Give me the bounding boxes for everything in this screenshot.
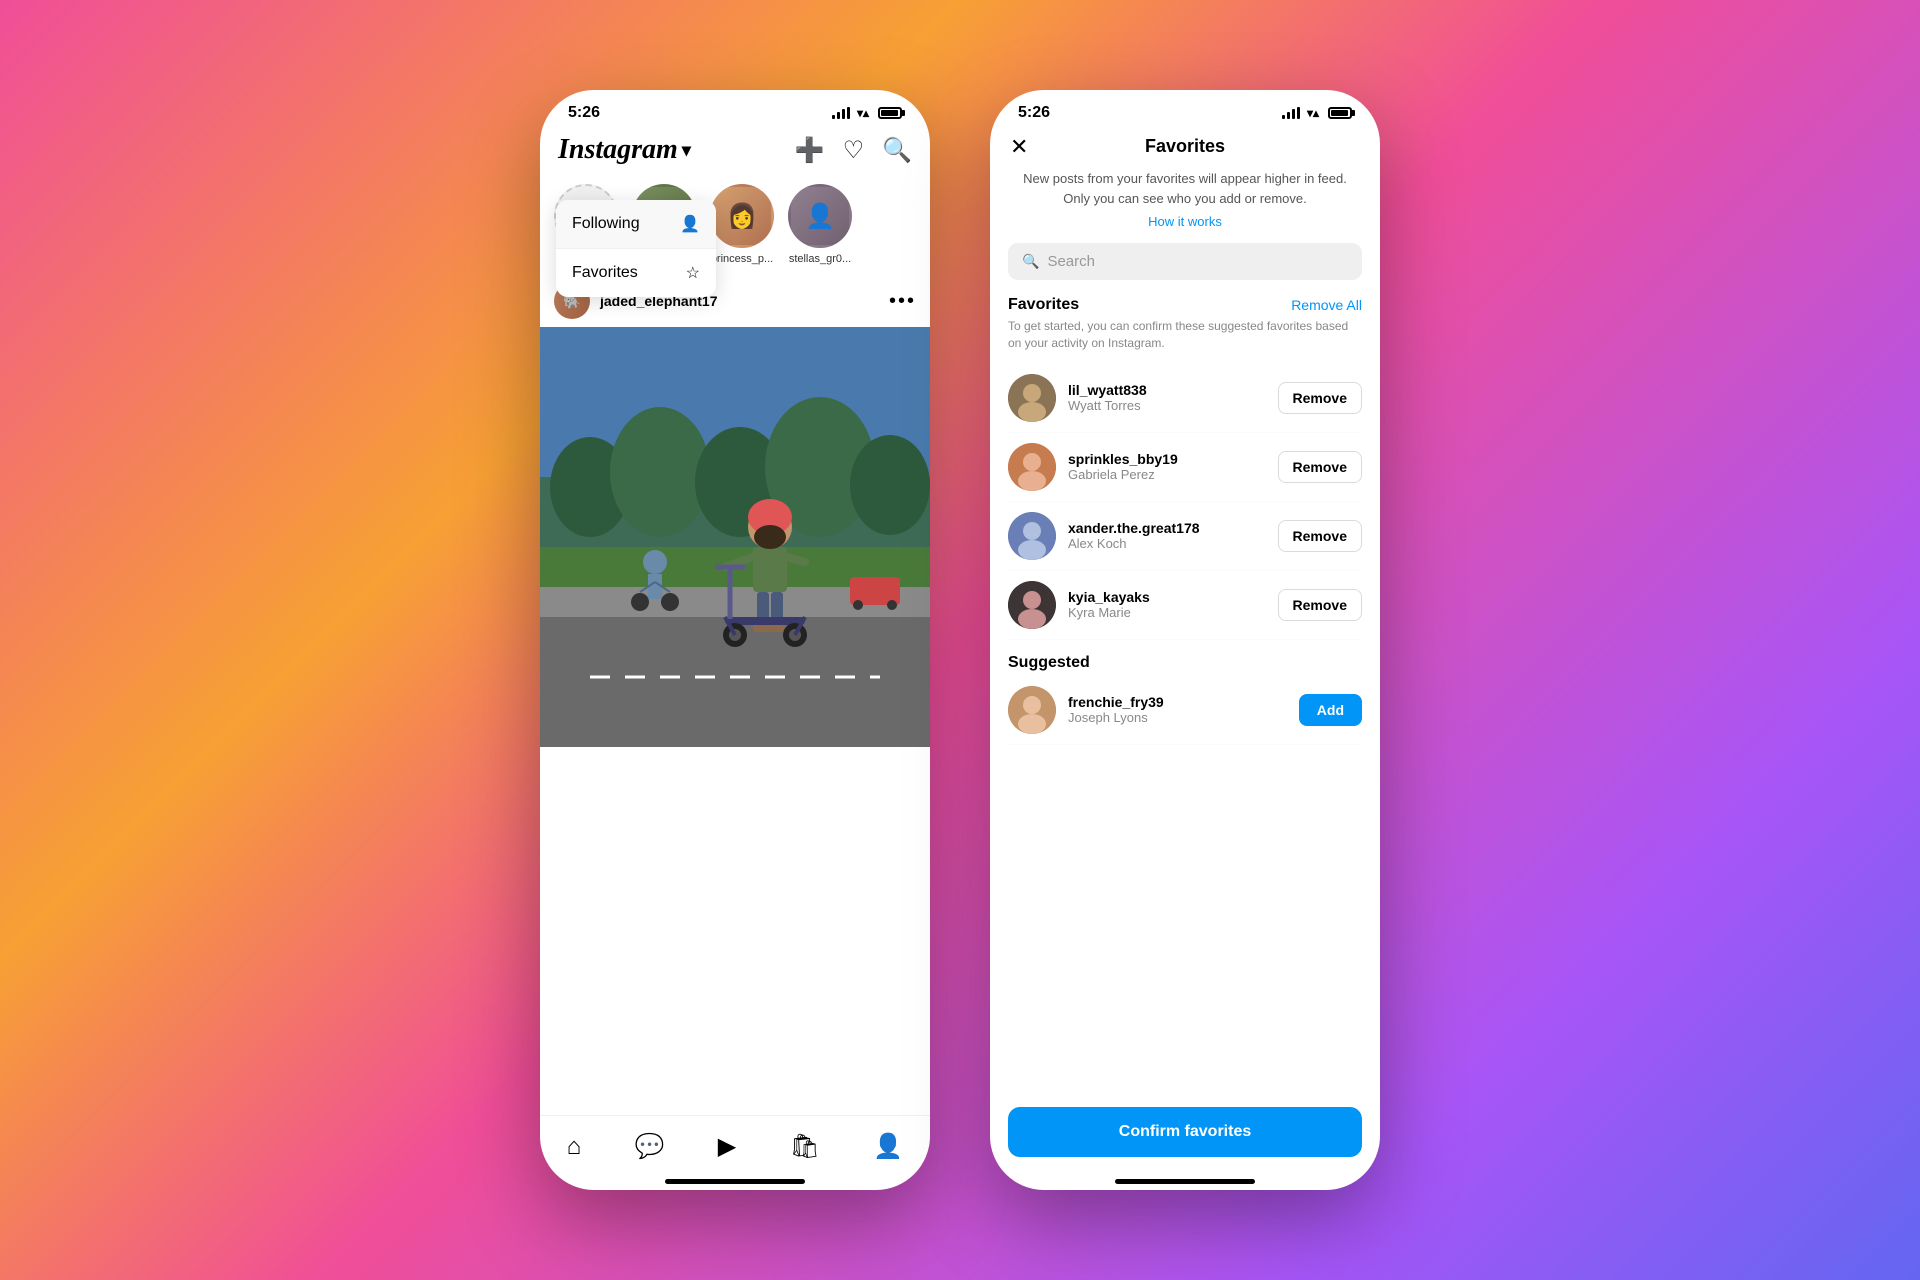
user-name: Wyatt Torres [1068, 398, 1278, 413]
story-stellas[interactable]: 👤 stellas_gr0... [788, 184, 852, 265]
home-nav-icon[interactable]: ⌂ [567, 1133, 582, 1161]
suggested-section-header: Suggested [1008, 640, 1362, 676]
chevron-down-icon[interactable]: ▾ [682, 140, 691, 161]
list-item: xander.the.great178 Alex Koch Remove [1008, 502, 1362, 571]
home-indicator [665, 1179, 805, 1184]
user-handle: xander.the.great178 [1068, 520, 1278, 536]
status-bar-1: 5:26 ▾▴ [540, 90, 930, 130]
phone-2: 5:26 ▾▴ ✕ Favorites New posts from your … [990, 90, 1380, 1190]
signal-icon [832, 107, 850, 119]
new-post-icon[interactable]: ➕ [795, 136, 825, 165]
feed-header: Instagram ▾ ➕ ♡ 🔍 [540, 130, 930, 176]
user-info-xander: xander.the.great178 Alex Koch [1068, 520, 1278, 551]
remove-all-button[interactable]: Remove All [1291, 297, 1362, 313]
user-info-kyia: kyia_kayaks Kyra Marie [1068, 589, 1278, 620]
home-indicator-2 [1115, 1179, 1255, 1184]
user-handle: frenchie_fry39 [1068, 694, 1299, 710]
shop-nav-icon[interactable]: 🛍 [790, 1132, 820, 1161]
wifi-icon-2: ▾▴ [1307, 106, 1319, 120]
following-icon: 👤 [680, 214, 700, 234]
status-time-2: 5:26 [1018, 104, 1050, 122]
battery-icon [878, 107, 902, 119]
user-handle: sprinkles_bby19 [1068, 451, 1278, 467]
avatar-xander [1008, 512, 1056, 560]
favorites-section-header: Favorites Remove All [990, 296, 1380, 318]
story-avatar-princess: 👩 [710, 184, 774, 248]
remove-button-sprinkles[interactable]: Remove [1278, 451, 1362, 483]
story-label-princess: princess_p... [711, 253, 773, 265]
following-filter-item[interactable]: Following 👤 [556, 200, 716, 249]
add-button-frenchie[interactable]: Add [1299, 694, 1362, 726]
remove-button-xander[interactable]: Remove [1278, 520, 1362, 552]
status-icons-2: ▾▴ [1282, 106, 1352, 120]
favorites-header: ✕ Favorites [990, 130, 1380, 169]
user-info-sprinkles: sprinkles_bby19 Gabriela Perez [1068, 451, 1278, 482]
search-bar-icon: 🔍 [1022, 253, 1039, 270]
favorites-label: Favorites [572, 264, 638, 282]
user-name: Joseph Lyons [1068, 710, 1299, 725]
search-bar[interactable]: 🔍 Search [1008, 243, 1362, 280]
list-item: lil_wyatt838 Wyatt Torres Remove [1008, 364, 1362, 433]
battery-icon-2 [1328, 107, 1352, 119]
bottom-nav: ⌂ 💬 ▶ 🛍 👤 [540, 1115, 930, 1171]
story-princess[interactable]: 👩 princess_p... [710, 184, 774, 265]
header-actions: ➕ ♡ 🔍 [795, 136, 912, 165]
avatar-kyia [1008, 581, 1056, 629]
star-icon: ☆ [686, 263, 700, 283]
post-image [540, 327, 930, 747]
user-name: Gabriela Perez [1068, 467, 1278, 482]
status-time-1: 5:26 [568, 104, 600, 122]
post-more-icon[interactable]: ••• [889, 290, 916, 313]
remove-button-kyia[interactable]: Remove [1278, 589, 1362, 621]
phone-1: 5:26 ▾▴ Instagram ▾ ➕ ♡ 🔍 Following 👤 [540, 90, 930, 1190]
feed-filter-dropdown: Following 👤 Favorites ☆ [556, 200, 716, 297]
favorites-section-desc: To get started, you can confirm these su… [990, 318, 1380, 364]
profile-nav-icon[interactable]: 👤 [873, 1132, 903, 1161]
following-label: Following [572, 215, 640, 233]
reels-nav-icon[interactable]: ▶ [718, 1132, 736, 1161]
suggested-section-title: Suggested [1008, 654, 1090, 672]
search-input[interactable]: Search [1047, 253, 1095, 270]
search-icon[interactable]: 🔍 [882, 136, 912, 165]
user-handle: lil_wyatt838 [1068, 382, 1278, 398]
user-info-frenchie: frenchie_fry39 Joseph Lyons [1068, 694, 1299, 725]
messages-nav-icon[interactable]: 💬 [635, 1132, 665, 1161]
close-button[interactable]: ✕ [1010, 134, 1028, 160]
status-bar-2: 5:26 ▾▴ [990, 90, 1380, 130]
favorites-section-title: Favorites [1008, 296, 1079, 314]
confirm-favorites-button[interactable]: Confirm favorites [1008, 1107, 1362, 1157]
how-it-works-link[interactable]: How it works [990, 214, 1380, 229]
heart-icon[interactable]: ♡ [843, 136, 865, 165]
user-name: Alex Koch [1068, 536, 1278, 551]
story-label-stellas: stellas_gr0... [789, 253, 851, 265]
user-name: Kyra Marie [1068, 605, 1278, 620]
story-avatar-stellas: 👤 [788, 184, 852, 248]
avatar-sprinkles [1008, 443, 1056, 491]
avatar-frenchie [1008, 686, 1056, 734]
favorites-user-list: lil_wyatt838 Wyatt Torres Remove sprinkl… [990, 364, 1380, 1093]
list-item: frenchie_fry39 Joseph Lyons Add [1008, 676, 1362, 745]
signal-icon-2 [1282, 107, 1300, 119]
avatar-lil-wyatt [1008, 374, 1056, 422]
favorites-page-title: Favorites [1145, 136, 1225, 157]
instagram-logo: Instagram ▾ [558, 134, 691, 166]
favorites-filter-item[interactable]: Favorites ☆ [556, 249, 716, 297]
post-scene-svg [540, 327, 930, 747]
list-item: sprinkles_bby19 Gabriela Perez Remove [1008, 433, 1362, 502]
status-icons-1: ▾▴ [832, 106, 902, 120]
list-item: kyia_kayaks Kyra Marie Remove [1008, 571, 1362, 640]
user-info-lil-wyatt: lil_wyatt838 Wyatt Torres [1068, 382, 1278, 413]
wifi-icon: ▾▴ [857, 106, 869, 120]
favorites-subtitle: New posts from your favorites will appea… [990, 169, 1380, 214]
user-handle: kyia_kayaks [1068, 589, 1278, 605]
remove-button-lil-wyatt[interactable]: Remove [1278, 382, 1362, 414]
